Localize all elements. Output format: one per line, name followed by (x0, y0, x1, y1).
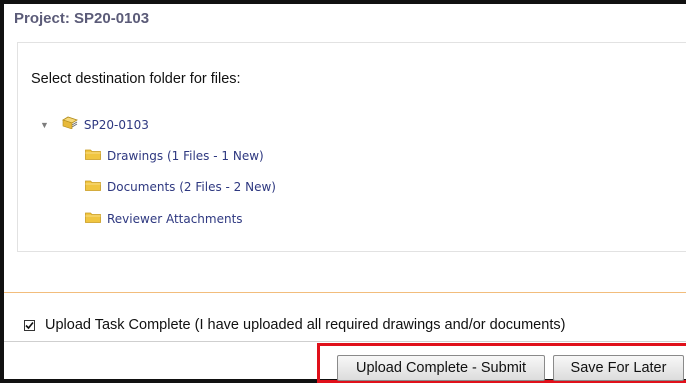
upload-complete-row[interactable]: Upload Task Complete (I have uploaded al… (24, 317, 565, 333)
tree-item-drawings[interactable]: Drawings (1 Files - 1 New) (85, 147, 264, 165)
save-for-later-button[interactable]: Save For Later (553, 355, 684, 381)
tree-item-documents[interactable]: Documents (2 Files - 2 New) (85, 178, 276, 196)
divider (4, 341, 686, 342)
tree-root-label[interactable]: SP20-0103 (84, 118, 149, 132)
tree-item-reviewer-attachments[interactable]: Reviewer Attachments (85, 210, 243, 228)
tree-item-label[interactable]: Drawings (1 Files - 1 New) (107, 149, 264, 163)
project-title: Project: SP20-0103 (14, 10, 150, 27)
destination-panel: Select destination folder for files: ▼ S… (17, 42, 686, 252)
upload-complete-label[interactable]: Upload Task Complete (I have uploaded al… (45, 317, 565, 333)
folder-icon (85, 210, 101, 228)
panel-title: Select destination folder for files: (31, 71, 241, 87)
upload-complete-submit-button[interactable]: Upload Complete - Submit (337, 355, 545, 381)
tree-root-node[interactable]: ▼ SP20-0103 (40, 116, 149, 134)
tree-item-label[interactable]: Reviewer Attachments (107, 212, 243, 226)
folder-icon (85, 147, 101, 165)
caret-down-icon[interactable]: ▼ (40, 120, 49, 130)
checkmark-icon (25, 321, 34, 329)
upload-complete-checkbox[interactable] (24, 319, 35, 331)
divider (4, 292, 686, 293)
tree-item-label[interactable]: Documents (2 Files - 2 New) (107, 180, 276, 194)
folder-icon (85, 178, 101, 196)
folder-stack-icon (61, 116, 78, 134)
